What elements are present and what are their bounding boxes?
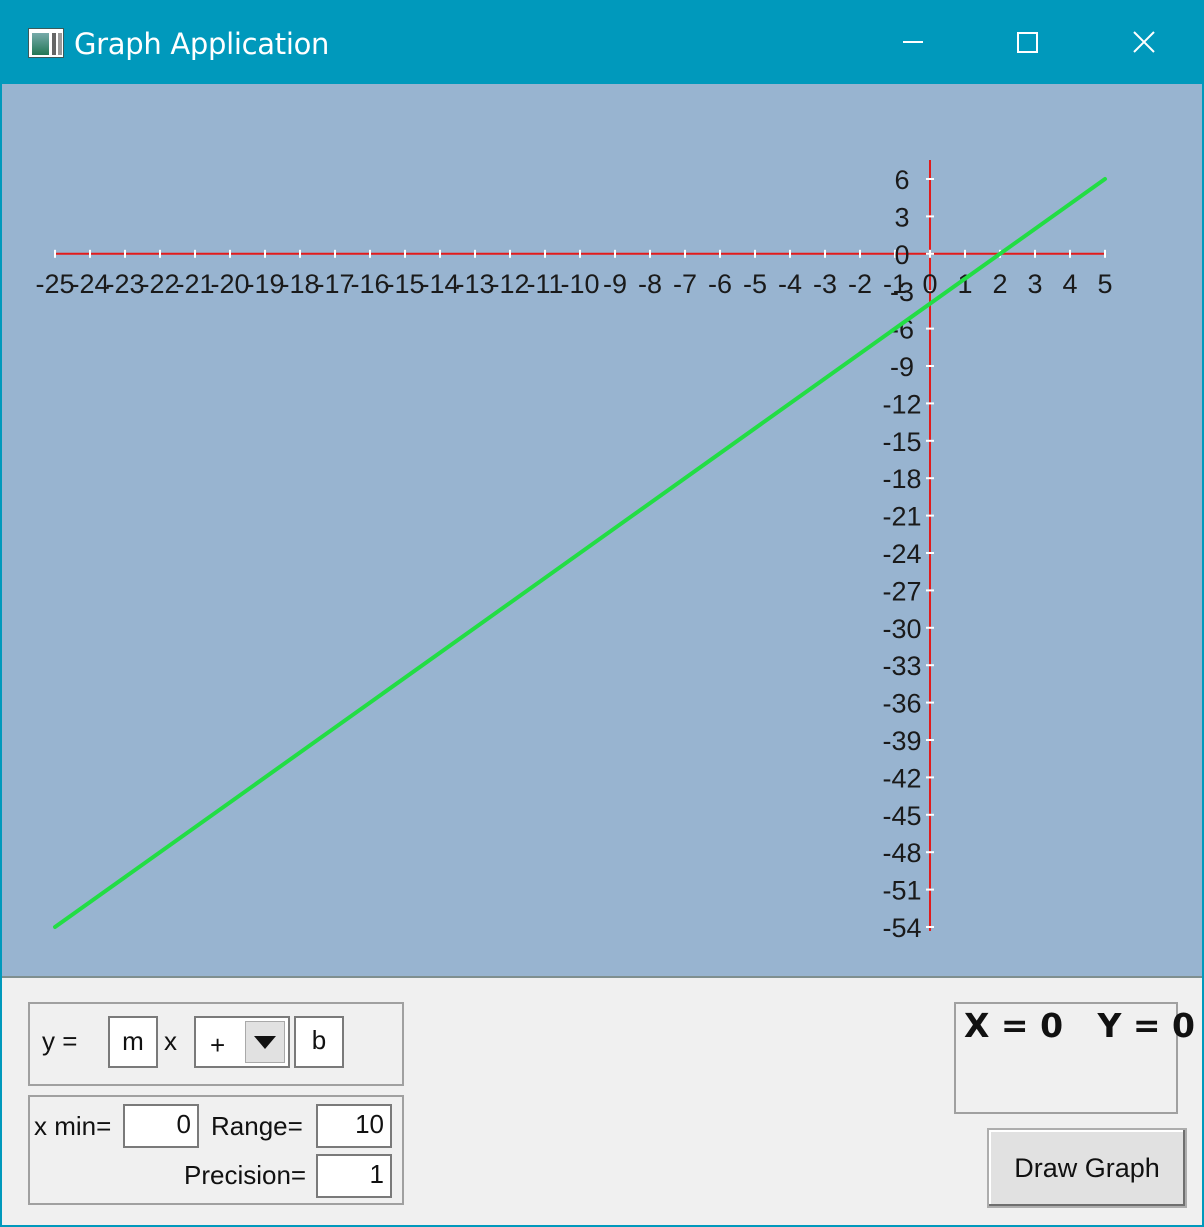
range-input[interactable]: 10 (316, 1104, 392, 1148)
title-bar[interactable]: Graph Application (2, 2, 1202, 84)
x-tick-label: 4 (1062, 269, 1077, 299)
y-tick-label: -15 (882, 427, 921, 457)
y-tick-label: -27 (882, 576, 921, 606)
y-tick-label: -45 (882, 801, 921, 831)
x-tick-label: 0 (922, 269, 937, 299)
y-tick-label: 0 (894, 240, 909, 270)
y-tick-label: 3 (894, 202, 909, 232)
draw-graph-button[interactable]: Draw Graph (987, 1128, 1187, 1208)
slope-input[interactable]: m (108, 1016, 158, 1068)
minimize-icon (903, 41, 923, 43)
x-tick-label: -16 (350, 269, 389, 299)
x-tick-label: -13 (455, 269, 494, 299)
y-tick-label: -12 (882, 389, 921, 419)
y-tick-label: -39 (882, 726, 921, 756)
operator-value: + (210, 1030, 226, 1060)
y-tick-label: -36 (882, 689, 921, 719)
y-tick-label: -9 (890, 352, 914, 382)
x-tick-label: 2 (992, 269, 1007, 299)
intercept-input[interactable]: b (294, 1016, 344, 1068)
panel-divider (2, 976, 1202, 978)
chevron-down-icon (254, 1036, 276, 1049)
y-tick-label: -3 (890, 277, 914, 307)
y-tick-label: -21 (882, 502, 921, 532)
y-equals-label: y = (42, 1026, 78, 1056)
x-tick-label: -11 (526, 269, 563, 299)
y-tick-label: 6 (894, 165, 909, 195)
range-label: Range= (211, 1111, 303, 1141)
x-tick-label: -4 (778, 269, 802, 299)
x-tick-label: -22 (140, 269, 179, 299)
x-tick-label: -10 (560, 269, 599, 299)
coordinate-readout: X = 0 Y = 0 (964, 1006, 1195, 1045)
x-tick-label: -5 (743, 269, 767, 299)
precision-label: Precision= (184, 1160, 307, 1190)
y-tick-label: -30 (882, 614, 921, 644)
y-tick-label: -54 (882, 913, 921, 943)
x-tick-label: -20 (210, 269, 249, 299)
graph-canvas[interactable]: -25 -24 -23 -22 -21 -20 -19 -18 -17 -16 -15 -14 -13-… (2, 84, 1202, 976)
x-tick-label: -23 (105, 269, 144, 299)
x-tick-label: -24 (70, 269, 109, 299)
app-window: Graph Application -25 -24 -23 -22 -21 -20 -19-… (0, 0, 1204, 1227)
x-label: x (164, 1026, 177, 1056)
app-window-icon[interactable] (28, 28, 64, 58)
close-icon (1133, 31, 1155, 53)
x-tick-label: -8 (638, 269, 662, 299)
maximize-button[interactable] (970, 2, 1086, 84)
y-tick-label: -24 (882, 539, 921, 569)
x-tick-label: -25 (35, 269, 74, 299)
precision-input[interactable]: 1 (316, 1154, 392, 1198)
x-tick-label: -7 (673, 269, 697, 299)
y-tick-label: -42 (882, 763, 921, 793)
x-tick-label: -12 (490, 269, 529, 299)
x-tick-label: -3 (813, 269, 837, 299)
operator-select[interactable]: + (194, 1016, 290, 1068)
x-tick-label: -21 (175, 269, 214, 299)
x-tick-label: -19 (245, 269, 284, 299)
x-tick-label: -15 (385, 269, 424, 299)
x-tick-label: -17 (315, 269, 354, 299)
close-button[interactable] (1086, 2, 1202, 84)
minimize-button[interactable] (854, 2, 970, 84)
graph-plot: -25-24-23-22-21-20-19-18-17-16-15-14-13-… (35, 160, 1113, 943)
window-title: Graph Application (74, 27, 330, 61)
y-tick-label: -48 (882, 838, 921, 868)
y-tick-label: -18 (882, 464, 921, 494)
x-tick-label: -2 (848, 269, 872, 299)
x-tick-label: -6 (708, 269, 732, 299)
y-tick-label: -51 (882, 876, 921, 906)
x-tick-label: -9 (603, 269, 627, 299)
x-tick-label: 3 (1027, 269, 1042, 299)
maximize-icon (1017, 32, 1038, 53)
xmin-label: x min= (34, 1111, 112, 1141)
y-tick-label: -33 (882, 651, 921, 681)
x-tick-label: 5 (1097, 269, 1112, 299)
operator-dropdown-button[interactable] (245, 1021, 285, 1063)
x-tick-label: -18 (280, 269, 319, 299)
x-tick-label: -14 (420, 269, 459, 299)
xmin-input[interactable]: 0 (123, 1104, 199, 1148)
